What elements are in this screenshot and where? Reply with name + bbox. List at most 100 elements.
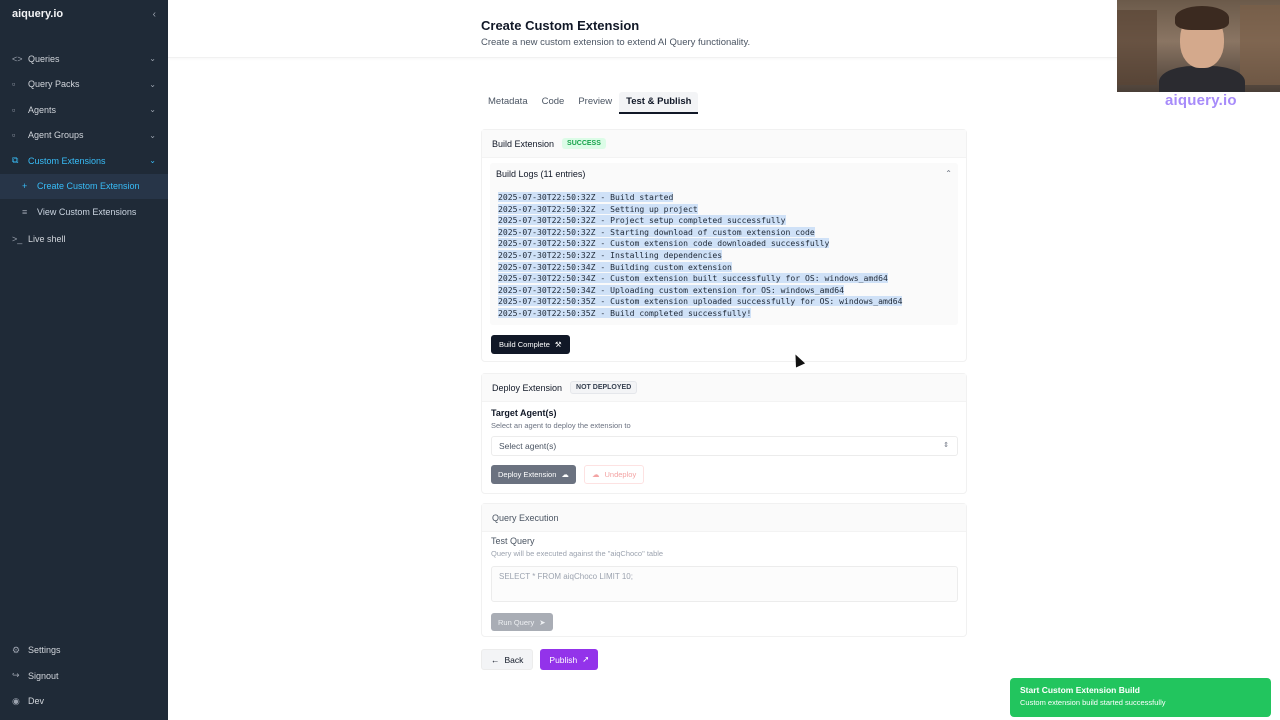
log-line: 2025-07-30T22:50:32Z - Custom extension … bbox=[498, 238, 830, 249]
log-line: 2025-07-30T22:50:32Z - Project setup com… bbox=[498, 215, 786, 226]
extension-icon: ⧉ bbox=[12, 155, 19, 166]
deploy-status-badge: NOT DEPLOYED bbox=[570, 381, 638, 394]
log-line: 2025-07-30T22:50:32Z - Installing depend… bbox=[498, 249, 723, 260]
test-query-input[interactable]: SELECT * FROM aiqChoco LIMIT 10; bbox=[491, 566, 958, 602]
undeploy-label: Undeploy bbox=[604, 470, 637, 479]
publish-label: Publish bbox=[549, 654, 578, 665]
chevron-down-icon: ⌄ bbox=[149, 156, 156, 166]
sidebar-item-signout[interactable]: ↪ Signout bbox=[0, 663, 168, 689]
sidebar-item-label: Live shell bbox=[28, 234, 66, 245]
test-query-label: Test Query bbox=[491, 536, 535, 546]
sidebar-item-custom-extensions[interactable]: ⧉ Custom Extensions ⌄ bbox=[0, 148, 168, 174]
list-icon: ≡ bbox=[22, 206, 28, 217]
query-card-title: Query Execution bbox=[492, 512, 559, 523]
tab-code[interactable]: Code bbox=[535, 92, 572, 114]
log-line: 2025-07-30T22:50:35Z - Custom extension … bbox=[498, 296, 903, 307]
build-logs-list: 2025-07-30T22:50:32Z - Build started 202… bbox=[498, 192, 903, 320]
gear-icon: ⚙ bbox=[12, 644, 21, 655]
rocket-icon: ➚ bbox=[582, 654, 590, 664]
page-title: Create Custom Extension bbox=[481, 18, 640, 33]
folder-icon: ▫ bbox=[12, 130, 16, 141]
sidebar-item-label: Settings bbox=[28, 645, 61, 656]
sidebar: aiquery.io ‹ <> Queries ⌄ ▫ Query Packs … bbox=[0, 0, 168, 720]
toast-description: Custom extension build started successfu… bbox=[1020, 698, 1166, 707]
undeploy-button[interactable]: ☁ Undeploy bbox=[584, 465, 645, 484]
query-card-header: Query Execution bbox=[482, 504, 966, 532]
sidebar-item-query-packs[interactable]: ▫ Query Packs ⌄ bbox=[0, 72, 168, 98]
log-line: 2025-07-30T22:50:35Z - Build completed s… bbox=[498, 307, 752, 318]
chevron-down-icon: ⌄ bbox=[149, 105, 156, 115]
log-line: 2025-07-30T22:50:32Z - Build started bbox=[498, 192, 674, 202]
build-complete-button[interactable]: Build Complete ⚒ bbox=[491, 335, 570, 354]
sidebar-item-queries[interactable]: <> Queries ⌄ bbox=[0, 46, 168, 72]
folder-icon: ▫ bbox=[12, 79, 16, 90]
code-icon: <> bbox=[12, 53, 23, 64]
sidebar-item-label: Signout bbox=[28, 670, 59, 681]
log-line: 2025-07-30T22:50:34Z - Building custom e… bbox=[498, 261, 732, 272]
toast-notification[interactable]: Start Custom Extension Build Custom exte… bbox=[1010, 678, 1271, 717]
webcam-video bbox=[1117, 0, 1280, 92]
sidebar-nav: <> Queries ⌄ ▫ Query Packs ⌄ ▫ Agents ⌄ … bbox=[0, 46, 168, 252]
chevron-down-icon: ⌄ bbox=[149, 54, 156, 64]
tab-test-publish[interactable]: Test & Publish bbox=[619, 92, 699, 114]
tab-metadata[interactable]: Metadata bbox=[481, 92, 535, 114]
sidebar-bottom: ⚙ Settings ↪ Signout ◉ Dev bbox=[0, 638, 168, 715]
sidebar-item-agent-groups[interactable]: ▫ Agent Groups ⌄ bbox=[0, 123, 168, 149]
agent-select-placeholder: Select agent(s) bbox=[499, 441, 557, 451]
target-agents-label: Target Agent(s) bbox=[491, 408, 557, 418]
toast-title: Start Custom Extension Build bbox=[1020, 685, 1140, 695]
webcam-brand-logo: aiquery.io bbox=[1165, 92, 1237, 109]
cloud-off-icon: ☁ bbox=[592, 470, 600, 479]
sidebar-item-live-shell[interactable]: >_ Live shell bbox=[0, 227, 168, 253]
chevron-left-icon[interactable]: ‹ bbox=[153, 9, 156, 20]
select-arrows-icon: ⇕ bbox=[943, 442, 949, 449]
run-query-button[interactable]: Run Query ➤ bbox=[491, 613, 553, 631]
hammer-icon: ⚒ bbox=[554, 340, 562, 349]
sidebar-subitem-label: Create Custom Extension bbox=[37, 181, 140, 192]
plus-icon: + bbox=[22, 181, 28, 192]
sidebar-header: aiquery.io ‹ bbox=[0, 0, 168, 28]
chevron-down-icon: ⌄ bbox=[149, 130, 156, 140]
send-icon: ➤ bbox=[539, 617, 546, 627]
back-button[interactable]: ← Back bbox=[481, 649, 534, 670]
deploy-card-header: Deploy Extension NOT DEPLOYED bbox=[482, 374, 966, 402]
deploy-extension-button[interactable]: Deploy Extension ☁ bbox=[491, 465, 576, 484]
tab-preview[interactable]: Preview bbox=[571, 92, 619, 114]
query-execution-card: Query Execution Test Query Query will be… bbox=[481, 503, 967, 637]
build-card-title: Build Extension bbox=[492, 138, 555, 149]
signout-icon: ↪ bbox=[12, 670, 20, 681]
sidebar-item-label: Custom Extensions bbox=[28, 155, 106, 166]
deploy-extension-card: Deploy Extension NOT DEPLOYED Target Age… bbox=[481, 373, 967, 494]
brand-logo[interactable]: aiquery.io bbox=[12, 8, 63, 20]
chevron-up-icon[interactable]: ⌃ bbox=[945, 169, 952, 178]
sidebar-item-label: Queries bbox=[28, 53, 60, 64]
build-logs-panel: Build Logs (11 entries) ⌃ 2025-07-30T22:… bbox=[490, 163, 958, 325]
folder-icon: ▫ bbox=[12, 104, 16, 115]
sidebar-item-label: Dev bbox=[28, 696, 45, 707]
test-query-placeholder: SELECT * FROM aiqChoco LIMIT 10; bbox=[499, 572, 633, 581]
tab-bar: Metadata Code Preview Test & Publish bbox=[481, 92, 699, 114]
sidebar-subitem-create-custom-extension[interactable]: + Create Custom Extension bbox=[0, 173, 168, 199]
page-subtitle: Create a new custom extension to extend … bbox=[481, 37, 751, 48]
sidebar-item-settings[interactable]: ⚙ Settings bbox=[0, 638, 168, 664]
build-status-badge: SUCCESS bbox=[562, 138, 606, 149]
run-query-label: Run Query bbox=[498, 617, 535, 627]
sidebar-item-dev[interactable]: ◉ Dev bbox=[0, 689, 168, 715]
sidebar-item-agents[interactable]: ▫ Agents ⌄ bbox=[0, 97, 168, 123]
agent-select[interactable]: Select agent(s) ⇕ bbox=[491, 436, 958, 456]
test-query-help: Query will be executed against the "aiqC… bbox=[491, 549, 664, 558]
sidebar-subitem-label: View Custom Extensions bbox=[37, 206, 137, 217]
deploy-card-title: Deploy Extension bbox=[492, 382, 563, 393]
build-extension-card: Build Extension SUCCESS Build Logs (11 e… bbox=[481, 129, 967, 362]
build-logs-title[interactable]: Build Logs (11 entries) bbox=[496, 169, 585, 179]
sidebar-item-label: Agent Groups bbox=[28, 130, 84, 141]
page-header: Create Custom Extension Create a new cus… bbox=[168, 0, 1280, 58]
deploy-extension-label: Deploy Extension bbox=[498, 470, 557, 479]
log-line: 2025-07-30T22:50:32Z - Starting download… bbox=[498, 226, 815, 237]
back-label: Back bbox=[504, 654, 524, 665]
arrow-left-icon: ← bbox=[491, 654, 500, 665]
sidebar-item-label: Query Packs bbox=[28, 79, 80, 90]
sidebar-subitem-view-custom-extensions[interactable]: ≡ View Custom Extensions bbox=[0, 199, 168, 225]
publish-button[interactable]: Publish ➚ bbox=[540, 649, 599, 670]
build-complete-label: Build Complete bbox=[499, 340, 550, 349]
